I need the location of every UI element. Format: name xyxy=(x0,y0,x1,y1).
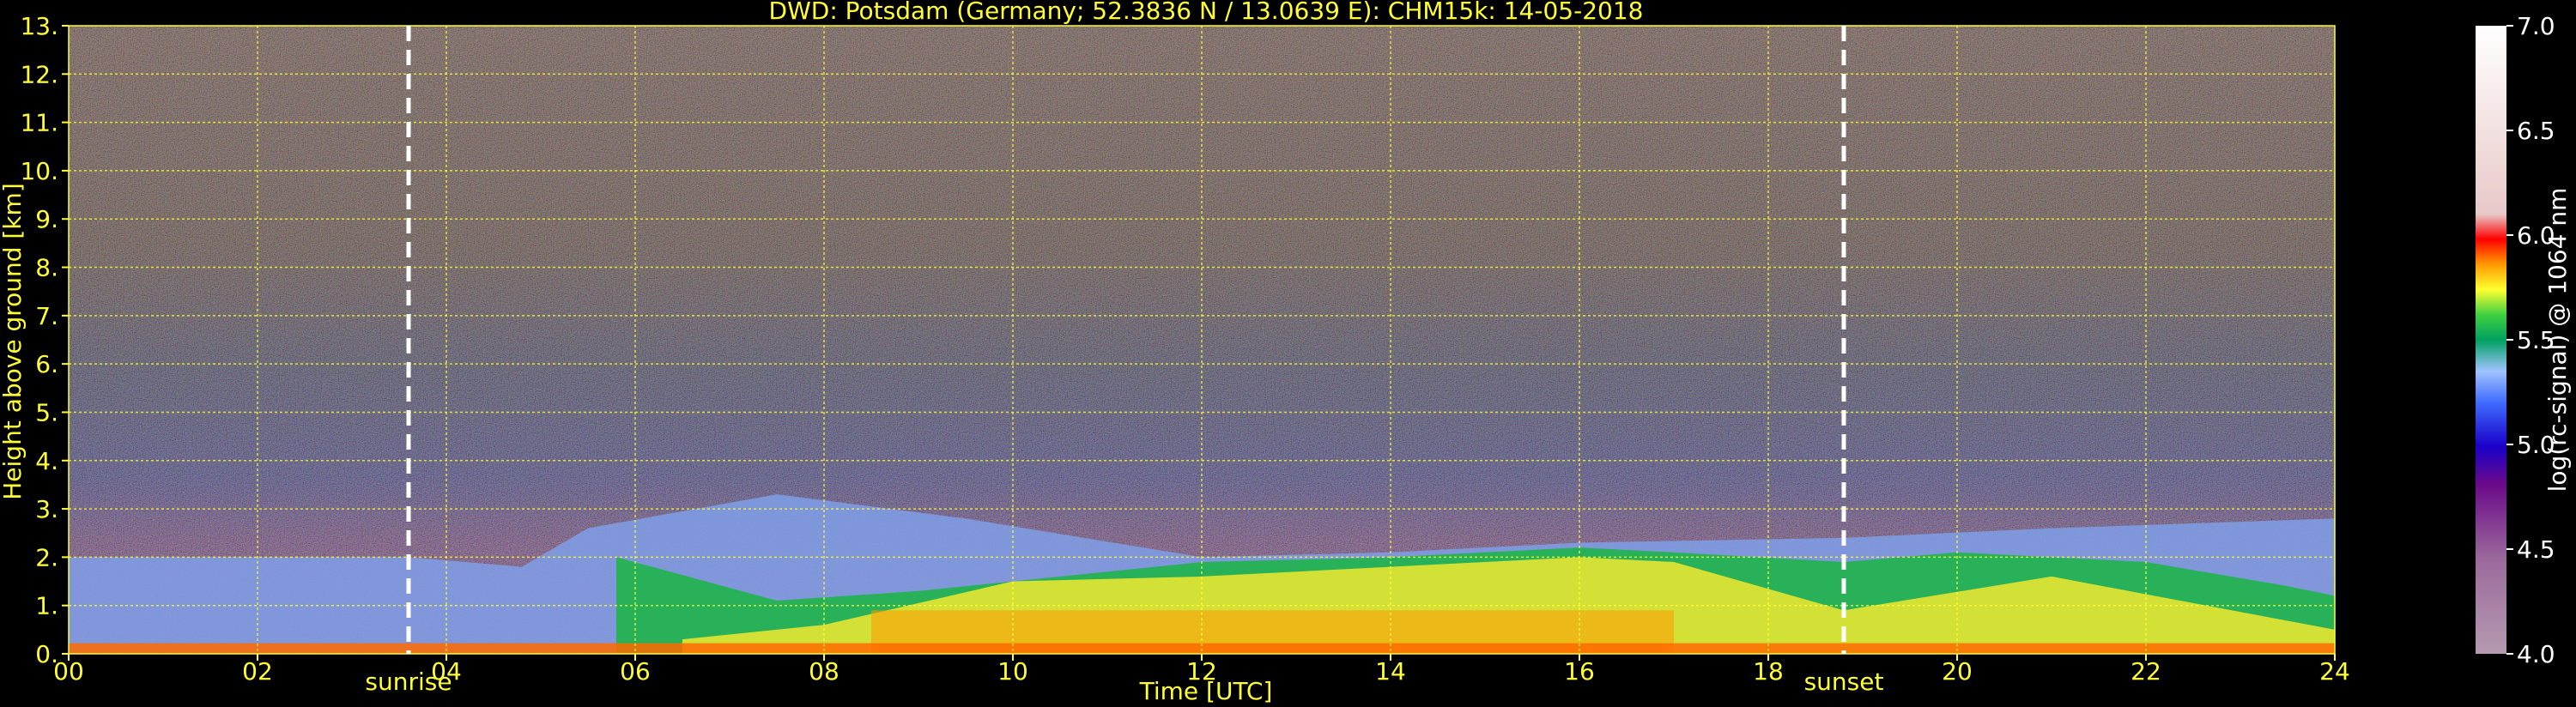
y-tick-label: 6. xyxy=(35,350,58,378)
y-tick-label: 5. xyxy=(35,398,58,426)
colorbar-tick-label: 6.5 xyxy=(2517,117,2555,145)
x-tick-label: 10 xyxy=(997,657,1028,686)
y-tick-label: 10. xyxy=(20,157,58,185)
x-axis-label: Time [UTC] xyxy=(1139,677,1273,705)
colorbar-tick-label: 4.5 xyxy=(2517,535,2555,564)
x-tick-label: 14 xyxy=(1375,657,1406,686)
x-tick-label: 24 xyxy=(2319,657,2350,686)
y-axis-ticks: 0. 1. 2. 3. 4. 5. 6. 7. 8. 9. 10. 11. 12. 13. xyxy=(20,12,69,668)
y-tick-label: 0. xyxy=(35,640,58,668)
colorbar xyxy=(2476,26,2506,654)
colorbar-tick-label: 4.0 xyxy=(2517,640,2555,668)
x-tick-label: 16 xyxy=(1564,657,1595,686)
y-axis-label: Height above ground [km] xyxy=(0,183,27,500)
x-tick-label: 02 xyxy=(242,657,273,686)
y-tick-label: 2. xyxy=(35,543,58,571)
y-tick-label: 12. xyxy=(20,60,58,88)
y-tick-label: 7. xyxy=(35,302,58,330)
x-tick-label: 08 xyxy=(809,657,839,686)
x-tick-label: 06 xyxy=(620,657,651,686)
y-tick-label: 13. xyxy=(20,12,58,40)
annotation-label: sunset xyxy=(1804,668,1884,696)
chart-title: DWD: Potsdam (Germany; 52.3836 N / 13.06… xyxy=(769,0,1644,25)
y-tick-label: 9. xyxy=(35,205,58,233)
y-tick-label: 11. xyxy=(20,109,58,137)
x-tick-label: 20 xyxy=(1942,657,1973,686)
colorbar-label: log(rc-signal) @ 1064 nm xyxy=(2543,188,2572,492)
y-tick-label: 1. xyxy=(35,592,58,620)
colorbar-scale xyxy=(2476,26,2506,654)
x-tick-label: 22 xyxy=(2131,657,2161,686)
x-tick-label: 04 xyxy=(431,657,462,686)
y-tick-label: 8. xyxy=(35,254,58,282)
chart-svg: sunrise sunset 00 02 04 06 08 10 12 14 16 18 20 22 24… xyxy=(0,0,2572,705)
lidar-chart: sunrise sunset 00 02 04 06 08 10 12 14 16 18 20 22 24… xyxy=(0,0,2576,707)
colorbar-tick-label: 7.0 xyxy=(2517,12,2555,40)
x-tick-label: 18 xyxy=(1753,657,1784,686)
y-tick-label: 3. xyxy=(35,495,58,523)
y-tick-label: 4. xyxy=(35,447,58,475)
